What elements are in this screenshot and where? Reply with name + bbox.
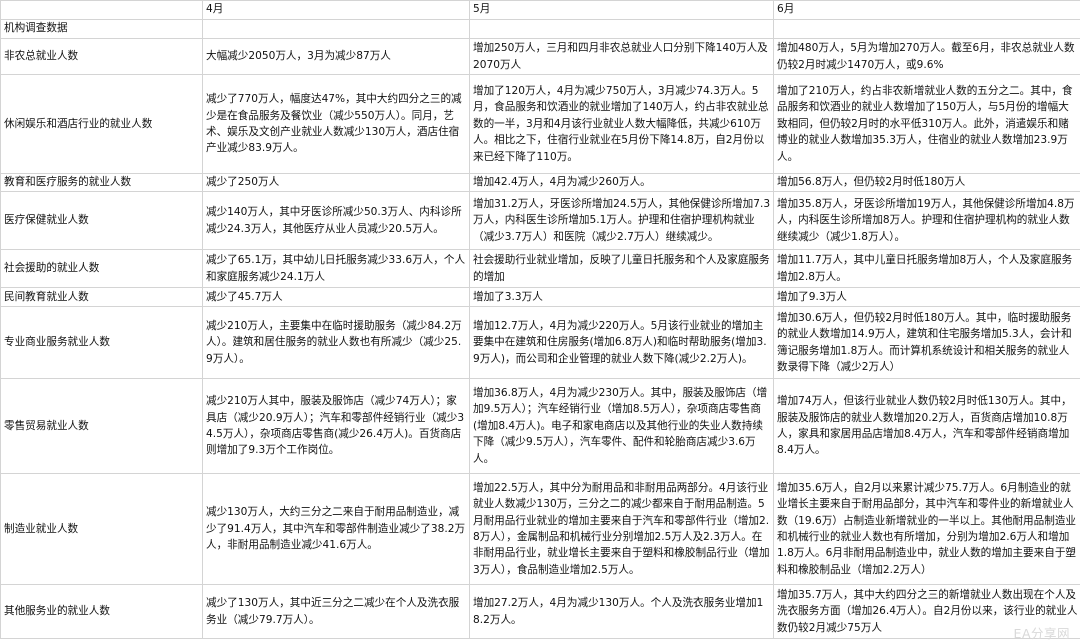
section-row: 机构调查数据 xyxy=(0,19,1080,39)
cell-apr: 减少了65.1万，其中幼儿日托服务减少33.6万人，个人和家庭服务减少24.1万… xyxy=(202,249,470,288)
empty-cell xyxy=(202,19,470,39)
cell-jun: 增加480万人，5月为增加270万人。截至6月，非农总就业人数仍较2月时减少14… xyxy=(773,38,1080,75)
cell-apr: 减少130万人，大约三分之二来自于耐用品制造业，减少了91.4万人，其中汽车和零… xyxy=(202,473,470,585)
empty-cell xyxy=(773,19,1080,39)
header-month-may: 5月 xyxy=(469,0,774,20)
cell-jun: 增加35.8万人，牙医诊所增加19万人，其他保健诊所增加4.8万人，内科医生诊所… xyxy=(773,191,1080,250)
cell-apr: 减少210万人，主要集中在临时援助服务（减少84.2万人）。建筑和居住服务的就业… xyxy=(202,306,470,379)
header-row: 4月 5月 6月 xyxy=(0,0,1080,20)
row-label: 制造业就业人数 xyxy=(0,473,203,585)
cell-apr: 减少了770万人，幅度达47%，其中大约四分之三的减少是在食品服务及餐饮业（减少… xyxy=(202,74,470,174)
cell-jun: 增加30.6万人，但仍较2月时低180万人。其中，临时援助服务的就业人数增加14… xyxy=(773,306,1080,379)
row-label: 专业商业服务就业人数 xyxy=(0,306,203,379)
row-label: 医疗保健就业人数 xyxy=(0,191,203,250)
cell-jun: 增加了210万人，约占非农新增就业人数的五分之二。其中，食品服务和饮酒业的就业人… xyxy=(773,74,1080,174)
cell-apr: 大幅减少2050万人，3月为减少87万人 xyxy=(202,38,470,75)
row-label: 非农总就业人数 xyxy=(0,38,203,75)
table-row: 医疗保健就业人数 减少140万人，其中牙医诊所减少50.3万人、内科诊所减少24… xyxy=(0,191,1080,250)
cell-may: 增加36.8万人，4月为减少230万人。其中，服装及服饰店（增加9.5万人）；汽… xyxy=(469,378,774,474)
cell-jun: 增加35.6万人，自2月以来累计减少75.7万人。6月制造业的就业增长主要来自于… xyxy=(773,473,1080,585)
cell-may: 增加了3.3万人 xyxy=(469,287,774,307)
cell-apr: 减少了45.7万人 xyxy=(202,287,470,307)
row-label: 教育和医疗服务的就业人数 xyxy=(0,173,203,192)
cell-may: 增加了120万人，4月为减少750万人，3月减少74.3万人。5月，食品服务和饮… xyxy=(469,74,774,174)
empty-cell xyxy=(469,19,774,39)
cell-jun: 增加74万人，但该行业就业人数仍较2月时低130万人。其中，服装及服饰店的就业人… xyxy=(773,378,1080,474)
row-label: 休闲娱乐和酒店行业的就业人数 xyxy=(0,74,203,174)
table-row: 教育和医疗服务的就业人数 减少了250万人 增加42.4万人，4月为减少260万… xyxy=(0,173,1080,192)
table-row: 专业商业服务就业人数 减少210万人，主要集中在临时援助服务（减少84.2万人）… xyxy=(0,306,1080,379)
cell-may: 增加31.2万人，牙医诊所增加24.5万人，其他保健诊所增加7.3万人，内科医生… xyxy=(469,191,774,250)
table-row: 零售贸易就业人数 减少210万人其中，服装及服饰店（减少74万人）；家具店（减少… xyxy=(0,378,1080,474)
table-row: 非农总就业人数 大幅减少2050万人，3月为减少87万人 增加250万人，三月和… xyxy=(0,38,1080,75)
employment-survey-table: 4月 5月 6月 机构调查数据 非农总就业人数 大幅减少2050万人，3月为减少… xyxy=(0,0,1080,639)
cell-may: 增加22.5万人，其中分为耐用品和非耐用品两部分。4月该行业就业人数减少130万… xyxy=(469,473,774,585)
row-label: 零售贸易就业人数 xyxy=(0,378,203,474)
section-title: 机构调查数据 xyxy=(0,19,203,39)
cell-apr: 减少了130万人，其中近三分之二减少在个人及洗衣服务业（减少79.7万人）。 xyxy=(202,584,470,639)
table-row: 其他服务业的就业人数 减少了130万人，其中近三分之二减少在个人及洗衣服务业（减… xyxy=(0,584,1080,639)
cell-may: 增加250万人，三月和四月非农总就业人口分别下降140万人及2070万人 xyxy=(469,38,774,75)
cell-apr: 减少210万人其中，服装及服饰店（减少74万人）；家具店（减少20.9万人）；汽… xyxy=(202,378,470,474)
table-row: 制造业就业人数 减少130万人，大约三分之二来自于耐用品制造业，减少了91.4万… xyxy=(0,473,1080,585)
table-row: 社会援助的就业人数 减少了65.1万，其中幼儿日托服务减少33.6万人，个人和家… xyxy=(0,249,1080,288)
header-month-jun: 6月 xyxy=(773,0,1080,20)
header-label-cell xyxy=(0,0,203,20)
row-label: 其他服务业的就业人数 xyxy=(0,584,203,639)
cell-jun: 增加了9.3万人 xyxy=(773,287,1080,307)
row-label: 社会援助的就业人数 xyxy=(0,249,203,288)
cell-may: 增加42.4万人，4月为减少260万人。 xyxy=(469,173,774,192)
row-label: 民间教育就业人数 xyxy=(0,287,203,307)
cell-may: 增加27.2万人，4月为减少130万人。个人及洗衣服务业增加18.2万人。 xyxy=(469,584,774,639)
cell-jun: 增加56.8万人，但仍较2月时低180万人 xyxy=(773,173,1080,192)
table-row: 民间教育就业人数 减少了45.7万人 增加了3.3万人 增加了9.3万人 xyxy=(0,287,1080,307)
watermark: EA分享网 xyxy=(1013,626,1070,641)
cell-apr: 减少140万人，其中牙医诊所减少50.3万人、内科诊所减少24.3万人，其他医疗… xyxy=(202,191,470,250)
table-row: 休闲娱乐和酒店行业的就业人数 减少了770万人，幅度达47%，其中大约四分之三的… xyxy=(0,74,1080,174)
cell-jun: 增加11.7万人，其中儿童日托服务增加8万人，个人及家庭服务增加2.8万人。 xyxy=(773,249,1080,288)
header-month-apr: 4月 xyxy=(202,0,470,20)
cell-may: 增加12.7万人，4月为减少220万人。5月该行业就业的增加主要集中在建筑和住房… xyxy=(469,306,774,379)
cell-may: 社会援助行业就业增加，反映了儿童日托服务和个人及家庭服务的增加 xyxy=(469,249,774,288)
cell-apr: 减少了250万人 xyxy=(202,173,470,192)
